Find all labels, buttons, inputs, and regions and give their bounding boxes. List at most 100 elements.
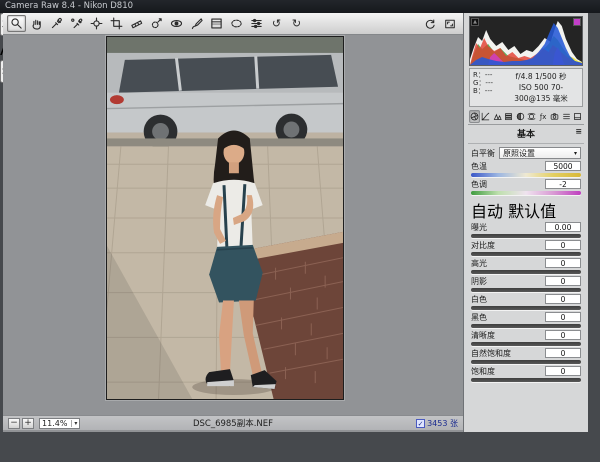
preferences-icon — [251, 18, 262, 29]
whites-slider-row: 白色 — [471, 294, 581, 310]
eyedropper-icon — [51, 17, 62, 29]
white-balance-select[interactable]: 原照设置 ▾ — [499, 147, 581, 159]
spot-removal-tool-button[interactable] — [147, 15, 166, 32]
tint-slider-row: 色调 — [471, 179, 581, 195]
color-sampler-icon — [71, 18, 83, 29]
auto-link[interactable]: 自动 — [471, 202, 503, 221]
photo-preview[interactable] — [106, 36, 344, 400]
zoom-out-button[interactable]: − — [8, 417, 20, 429]
shadows-slider[interactable] — [471, 288, 581, 292]
tab-lens-corrections[interactable] — [526, 110, 537, 123]
hand-tool-button[interactable] — [27, 15, 46, 32]
clarity-slider-row: 清晰度 — [471, 330, 581, 346]
color-sampler-tool-button[interactable] — [67, 15, 86, 32]
temperature-input[interactable] — [545, 161, 581, 171]
white-balance-value: 原照设置 — [503, 148, 535, 158]
tab-basic[interactable] — [469, 110, 480, 123]
fx-icon: ƒx — [539, 112, 547, 121]
vibrance-input[interactable] — [545, 348, 581, 358]
default-link[interactable]: 默认值 — [508, 202, 556, 221]
targeted-adjustment-tool-button[interactable] — [87, 15, 106, 32]
snapshots-icon — [574, 113, 581, 120]
rotate-right-tool-button[interactable]: ↻ — [287, 15, 306, 32]
auto-default-links: 自动 默认值 — [471, 198, 581, 222]
saturation-input[interactable] — [545, 366, 581, 376]
preview-toggle-icon — [425, 19, 435, 29]
blacks-input[interactable] — [545, 312, 581, 322]
exposure-slider[interactable] — [471, 234, 581, 238]
hsl-icon — [505, 113, 513, 121]
radial-filter-icon — [231, 19, 242, 28]
aperture-shutter-label: f/4.8 1/500 秒 — [515, 72, 567, 81]
clarity-input[interactable] — [545, 330, 581, 340]
contrast-slider[interactable] — [471, 252, 581, 256]
tab-split-toning[interactable] — [515, 110, 526, 123]
whites-slider[interactable] — [471, 306, 581, 310]
tab-presets[interactable] — [561, 110, 572, 123]
highlights-input[interactable] — [545, 258, 581, 268]
zoom-in-button[interactable]: + — [22, 417, 34, 429]
spot-removal-icon — [151, 18, 162, 29]
camera-raw-window: Camera Raw 8.4 - Nikon D810 ↺ ↻ − + 11.4… — [0, 0, 600, 462]
title-bar[interactable]: Camera Raw 8.4 - Nikon D810 — [0, 0, 600, 13]
highlights-slider-row: 高光 — [471, 258, 581, 274]
presets-icon — [562, 113, 570, 120]
tint-input[interactable] — [545, 179, 581, 189]
tab-snapshots[interactable] — [572, 110, 583, 123]
blacks-slider[interactable] — [471, 324, 581, 328]
tab-hsl-grayscale[interactable] — [503, 110, 514, 123]
straighten-tool-button[interactable] — [127, 15, 146, 32]
tab-effects[interactable]: ƒx — [538, 110, 549, 123]
target-icon — [90, 17, 103, 30]
camera-icon — [550, 113, 559, 120]
whites-input[interactable] — [545, 294, 581, 304]
adjustment-brush-tool-button[interactable] — [187, 15, 206, 32]
radial-filter-tool-button[interactable] — [227, 15, 246, 32]
crop-tool-button[interactable] — [107, 15, 126, 32]
contrast-input[interactable] — [545, 240, 581, 250]
temperature-slider[interactable] — [471, 173, 581, 177]
rotate-cw-icon: ↻ — [291, 17, 302, 30]
preferences-tool-button[interactable] — [247, 15, 266, 32]
hand-icon — [32, 19, 41, 30]
vibrance-slider[interactable] — [471, 360, 581, 364]
panel-menu-icon[interactable]: ≡ — [575, 127, 582, 136]
exposure-slider-row: 曝光 — [471, 222, 581, 238]
saturation-slider[interactable] — [471, 378, 581, 382]
fullscreen-icon — [444, 19, 455, 28]
zoom-level-select[interactable]: 11.4% ▾ — [39, 417, 81, 429]
chevron-down-icon: ▾ — [573, 149, 577, 157]
image-counter-badge[interactable]: ✓ 3453 张 — [416, 418, 458, 429]
rotate-left-tool-button[interactable]: ↺ — [267, 15, 286, 32]
vibrance-slider-row: 自然饱和度 — [471, 348, 581, 364]
white-balance-tool-button[interactable] — [47, 15, 66, 32]
tab-tone-curve[interactable] — [480, 110, 491, 123]
crop-icon — [110, 17, 123, 30]
exposure-info: f/4.8 1/500 秒 ISO 500 70-300@135 毫米 — [503, 71, 579, 104]
exposure-input[interactable] — [545, 222, 581, 232]
fullscreen-toggle-button[interactable] — [440, 15, 459, 32]
window-title: Camera Raw 8.4 - Nikon D810 — [5, 1, 134, 11]
saturation-slider-row: 饱和度 — [471, 366, 581, 382]
preview-toggle-button[interactable] — [420, 15, 439, 32]
shadows-input[interactable] — [545, 276, 581, 286]
tab-detail[interactable] — [492, 110, 503, 123]
shadow-clipping-indicator[interactable]: ▲ — [471, 18, 479, 26]
toolbar: ↺ ↻ — [3, 13, 463, 35]
zoom-tool-button[interactable] — [7, 15, 26, 32]
highlights-slider[interactable] — [471, 270, 581, 274]
canvas-status-bar: − + 11.4% ▾ DSC_6985副本.NEF ✓ 3453 张 — [3, 415, 463, 430]
exif-info-box: R：--- G：--- B：--- f/4.8 1/500 秒 ISO 500 … — [469, 68, 583, 107]
red-eye-tool-button[interactable] — [167, 15, 186, 32]
highlight-clipping-indicator[interactable] — [573, 18, 581, 26]
tint-slider[interactable] — [471, 191, 581, 195]
white-balance-label: 白平衡 — [471, 148, 495, 158]
contrast-slider-row: 对比度 — [471, 240, 581, 256]
graduated-filter-tool-button[interactable] — [207, 15, 226, 32]
zoom-level-value: 11.4% — [42, 418, 68, 428]
clarity-slider[interactable] — [471, 342, 581, 346]
image-counter-value: 3453 张 — [427, 418, 458, 428]
brush-icon — [191, 18, 203, 30]
histogram[interactable]: ▲ — [469, 16, 583, 66]
tab-camera-calibration[interactable] — [549, 110, 560, 123]
